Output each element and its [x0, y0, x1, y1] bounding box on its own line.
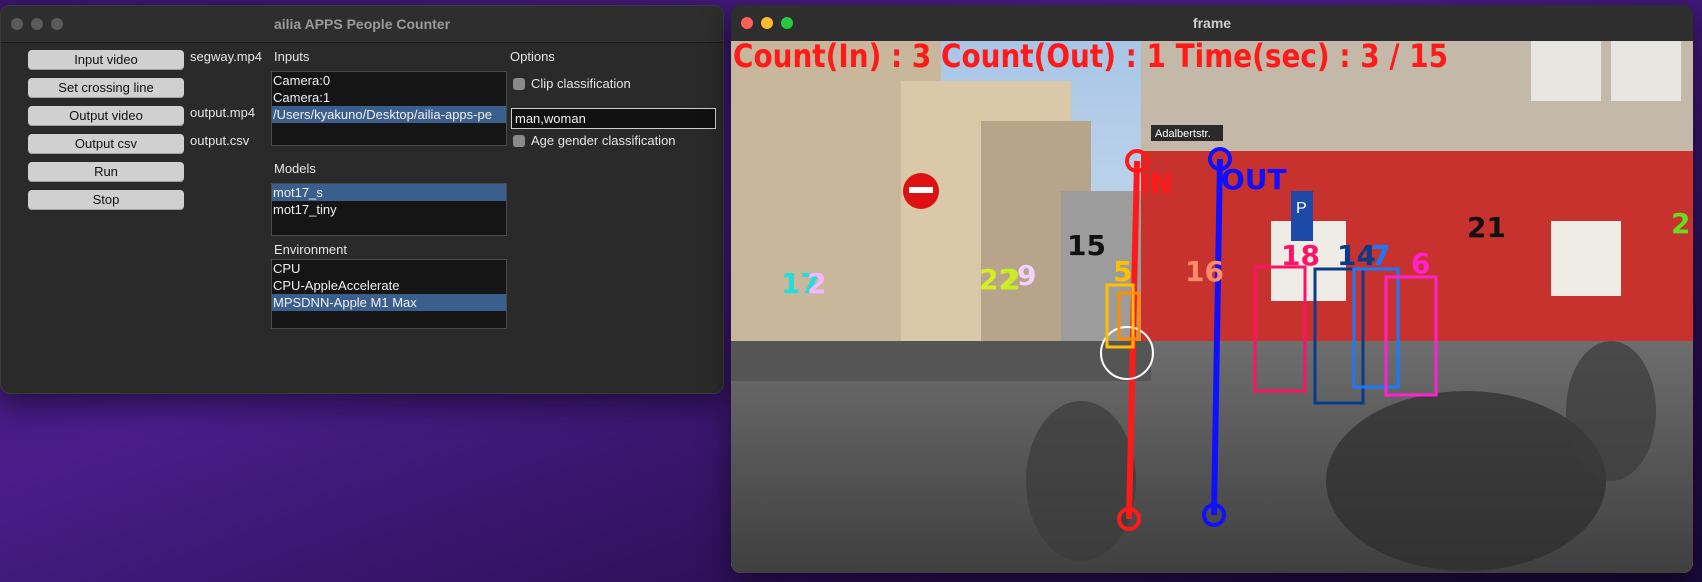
- in-label: IN: [1139, 167, 1173, 200]
- list-item[interactable]: CPU: [272, 260, 506, 277]
- models-heading: Models: [274, 161, 316, 176]
- track-id-label: 9: [1017, 259, 1036, 292]
- checkbox-box[interactable]: [513, 77, 525, 90]
- frame-title: frame: [1192, 15, 1232, 31]
- cyclist: [1326, 391, 1606, 571]
- list-item[interactable]: Camera:1: [272, 89, 506, 106]
- inputs-list[interactable]: Camera:0 Camera:1 /Users/kyakuno/Desktop…: [271, 71, 507, 146]
- street-sign-text: Adalbertstr.: [1155, 128, 1211, 140]
- segway-rider: [1026, 401, 1136, 561]
- run-button[interactable]: Run: [28, 162, 184, 182]
- track-id-label: 2: [807, 267, 826, 300]
- track-id-label: 21: [1467, 211, 1506, 244]
- frame-window: frame Adalbertstr. P IN OUT 17 2 22 2 9 …: [731, 5, 1693, 573]
- video-frame: Adalbertstr. P IN OUT 17 2 22 2 9 15 5 1…: [731, 41, 1693, 573]
- stop-button[interactable]: Stop: [28, 190, 184, 210]
- options-heading: Options: [510, 49, 555, 64]
- age-gender-checkbox[interactable]: Age gender classification: [513, 133, 676, 148]
- input-video-button[interactable]: Input video: [28, 50, 184, 70]
- no-entry-sign-bar: [909, 187, 933, 193]
- count-overlay-text: Count(In) : 3 Count(Out) : 1 Time(sec) :…: [733, 41, 1448, 75]
- frame-titlebar: frame: [731, 5, 1693, 42]
- set-crossing-line-button[interactable]: Set crossing line: [28, 78, 184, 98]
- list-item-selected[interactable]: mot17_s: [272, 184, 506, 201]
- app-title: ailia APPS People Counter: [273, 16, 451, 32]
- environment-heading: Environment: [274, 242, 347, 257]
- track-id-label: 6: [1411, 247, 1430, 280]
- clip-classification-label: Clip classification: [531, 76, 631, 91]
- clip-text-input[interactable]: man,woman: [511, 108, 716, 129]
- models-list[interactable]: mot17_s mot17_tiny: [271, 183, 507, 236]
- clip-classification-checkbox[interactable]: Clip classification: [513, 76, 631, 91]
- inputs-heading: Inputs: [274, 49, 310, 64]
- segway-rider: [1566, 341, 1656, 481]
- list-item[interactable]: CPU-AppleAccelerate: [272, 277, 506, 294]
- parking-sign-text: P: [1296, 200, 1307, 217]
- track-id-label: 2: [1671, 207, 1690, 240]
- people-counter-window: ailia APPS People Counter Input video Se…: [0, 5, 724, 394]
- track-id-label: 16: [1185, 255, 1224, 288]
- track-id-label: 15: [1067, 229, 1106, 262]
- track-id-label: 18: [1281, 239, 1320, 272]
- list-item-selected[interactable]: /Users/kyakuno/Desktop/ailia-apps-pe: [272, 106, 506, 123]
- output-video-button[interactable]: Output video: [28, 106, 184, 126]
- environment-list[interactable]: CPU CPU-AppleAccelerate MPSDNN-Apple M1 …: [271, 259, 507, 329]
- app-titlebar: ailia APPS People Counter: [1, 6, 723, 43]
- list-item-selected[interactable]: MPSDNN-Apple M1 Max: [272, 294, 506, 311]
- parked-cars: [731, 341, 1151, 381]
- track-id-label: 5: [1113, 255, 1132, 288]
- list-item[interactable]: mot17_tiny: [272, 201, 506, 218]
- window: [1611, 41, 1681, 101]
- output-csv-file-label: output.csv: [190, 133, 250, 148]
- window: [1551, 221, 1621, 296]
- checkbox-box[interactable]: [513, 134, 525, 147]
- track-id-label: 7: [1371, 239, 1390, 272]
- window: [1531, 41, 1601, 101]
- list-item[interactable]: Camera:0: [272, 72, 506, 89]
- input-file-label: segway.mp4: [190, 49, 263, 64]
- output-csv-button[interactable]: Output csv: [28, 134, 184, 154]
- out-label: OUT: [1221, 163, 1287, 196]
- output-video-file-label: output.mp4: [190, 105, 256, 120]
- age-gender-label: Age gender classification: [531, 133, 676, 148]
